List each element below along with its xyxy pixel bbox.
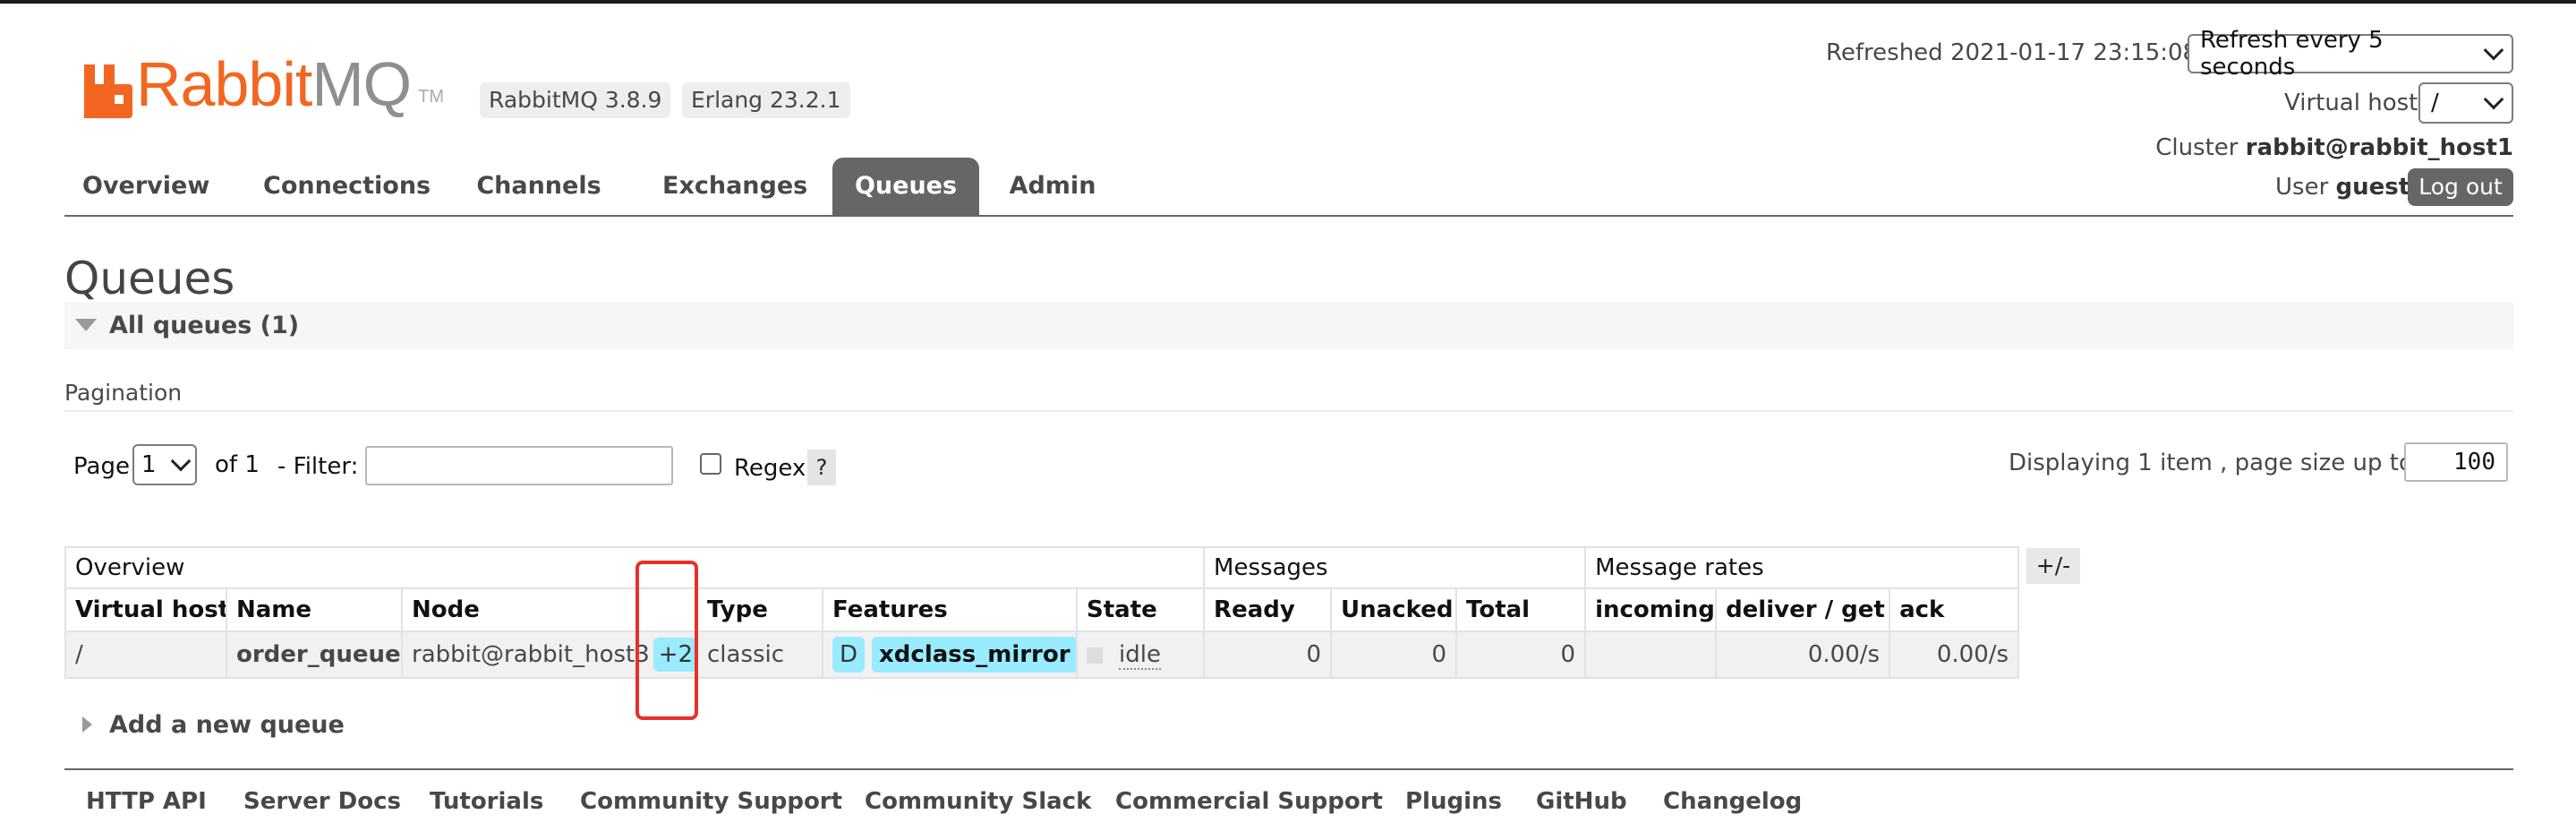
footer: HTTP API Server Docs Tutorials Community… [64, 768, 2513, 833]
all-queues-title[interactable]: All queues (1) [109, 312, 299, 339]
triangle-right-icon [82, 716, 92, 733]
cell-type: classic [696, 630, 823, 679]
column-header-virtual-host[interactable]: Virtual host [64, 587, 227, 632]
footer-link-commercial-support[interactable]: Commercial Support [1115, 788, 1383, 815]
column-header-ready[interactable]: Ready [1203, 587, 1333, 632]
chevron-down-icon [170, 450, 192, 472]
cell-ready: 0 [1203, 630, 1333, 679]
table-row[interactable]: / order_queue rabbit@rabbit_host3 +2 clas… [64, 630, 2020, 679]
footer-link-server-docs[interactable]: Server Docs [243, 788, 401, 815]
refresh-interval-value: Refresh every 5 seconds [2200, 27, 2384, 81]
policy-badge[interactable]: xdclass_mirror [872, 637, 1075, 673]
group-header-messages: Messages [1203, 546, 1587, 589]
table-group-header-row: Overview Messages Message rates [64, 546, 2020, 589]
refresh-interval-select[interactable]: Refresh every 5 seconds [2188, 27, 2513, 81]
filter-input[interactable] [365, 446, 673, 485]
page-select-value: 1 [141, 451, 157, 478]
all-queues-section-header[interactable] [64, 303, 2513, 349]
tab-connections[interactable]: Connections [263, 158, 431, 215]
cell-state: idle [1075, 630, 1206, 679]
tab-channels[interactable]: Channels [476, 158, 601, 215]
tab-exchanges[interactable]: Exchanges [662, 158, 807, 215]
column-header-name[interactable]: Name [226, 587, 403, 632]
column-header-total[interactable]: Total [1455, 587, 1587, 632]
cell-features: Dxdclass_mirror [822, 630, 1078, 679]
cell-unacked: 0 [1330, 630, 1458, 679]
pagination-heading: Pagination [64, 380, 183, 406]
page-label: Page [73, 453, 130, 480]
queue-name-link[interactable]: order_queue [226, 630, 403, 679]
tab-queues[interactable]: Queues [832, 158, 979, 215]
main-nav: Overview Connections Channels Exchanges … [64, 158, 2513, 217]
columns-toggle-button[interactable]: +/- [2026, 548, 2080, 584]
column-header-type[interactable]: Type [696, 587, 823, 632]
state-text: idle [1119, 641, 1161, 670]
regex-help-button[interactable]: ? [807, 450, 836, 485]
column-header-incoming[interactable]: incoming [1584, 587, 1718, 632]
durable-feature-badge: D [832, 637, 866, 673]
logo-text-rabbit: Rabbit [136, 49, 312, 119]
chevron-down-icon [2484, 39, 2504, 61]
table-column-header-row: Virtual host Name Node Type Features Sta… [64, 587, 2020, 632]
page-select[interactable]: 1 [132, 444, 197, 485]
node-name: rabbit@rabbit_host3 [412, 641, 650, 668]
group-header-message-rates: Message rates [1584, 546, 2020, 589]
footer-link-github[interactable]: GitHub [1536, 788, 1627, 815]
column-header-features[interactable]: Features [822, 587, 1078, 632]
pagination-divider [64, 410, 2513, 412]
erlang-version-badge: Erlang 23.2.1 [682, 82, 850, 118]
column-header-unacked[interactable]: Unacked [1330, 587, 1458, 632]
triangle-down-icon [75, 319, 97, 331]
add-new-queue-toggle[interactable]: Add a new queue [109, 711, 345, 739]
queues-table: Overview Messages Message rates Virtual … [64, 546, 2020, 679]
column-header-deliver-get[interactable]: deliver / get [1715, 587, 1891, 632]
rabbit-logo-icon [84, 64, 132, 118]
page-title: Queues [64, 253, 235, 304]
displaying-count-label: Displaying 1 item , page size up to: [2009, 450, 2421, 476]
footer-link-http-api[interactable]: HTTP API [86, 788, 207, 815]
footer-link-plugins[interactable]: Plugins [1405, 788, 1502, 815]
column-header-state[interactable]: State [1075, 587, 1206, 632]
virtual-host-select[interactable]: / [2418, 82, 2513, 124]
virtual-host-value: / [2431, 90, 2439, 116]
rabbitmq-logo: Rabbit MQ TM [84, 50, 444, 118]
regex-checkbox[interactable] [700, 453, 721, 475]
cell-deliver-get: 0.00/s [1715, 630, 1891, 679]
cell-total: 0 [1455, 630, 1587, 679]
logo-trademark: TM [418, 87, 444, 107]
tab-admin[interactable]: Admin [1008, 158, 1097, 215]
cell-ack: 0.00/s [1889, 630, 2020, 679]
footer-link-community-support[interactable]: Community Support [580, 788, 842, 815]
cell-virtual-host: / [64, 630, 227, 679]
footer-link-community-slack[interactable]: Community Slack [865, 788, 1091, 815]
cell-incoming [1584, 630, 1718, 679]
virtual-host-label: Virtual host [2284, 90, 2418, 116]
filter-label: - Filter: [277, 453, 359, 480]
footer-link-tutorials[interactable]: Tutorials [430, 788, 543, 815]
annotation-highlight-box [635, 561, 698, 720]
column-header-ack[interactable]: ack [1889, 587, 2020, 632]
chevron-down-icon [2483, 89, 2504, 110]
regex-label: Regex [734, 455, 806, 482]
rabbitmq-version-badge: RabbitMQ 3.8.9 [480, 82, 671, 118]
tab-overview[interactable]: Overview [82, 158, 209, 215]
footer-link-changelog[interactable]: Changelog [1663, 788, 1802, 815]
state-indicator-icon [1087, 647, 1103, 664]
refreshed-timestamp: Refreshed 2021-01-17 23:15:08 [1826, 39, 2198, 66]
page-count: of 1 [215, 451, 260, 478]
page-size-input[interactable]: 100 [2404, 442, 2508, 482]
logo-text-mq: MQ [311, 49, 412, 119]
